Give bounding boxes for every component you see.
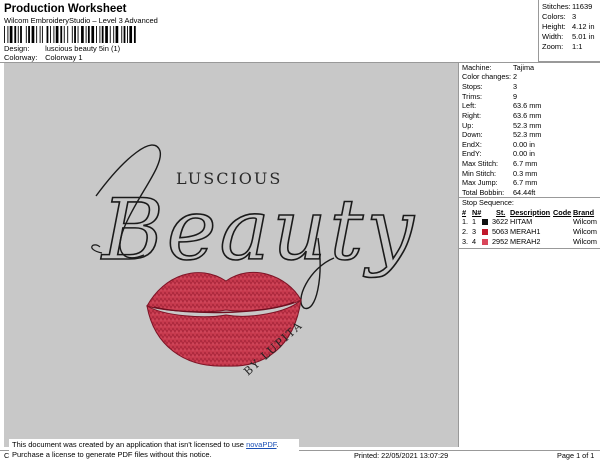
info-endx: EndX: 0.00 in: [462, 140, 535, 149]
novapdf-link[interactable]: novaPDF: [246, 440, 276, 449]
info-total-bobbin: Total Bobbin: 64.44ft: [462, 188, 536, 197]
stat-height: Height: 4.12 in: [542, 22, 595, 31]
stats-box: Stitches:11639 Colors: 3 Height: 4.12 in W…: [538, 0, 600, 62]
notice-line-1: This document was created by an applicat…: [12, 440, 279, 449]
info-machine: Machine: Tajima: [462, 63, 535, 72]
beauty-script-text: Beauty: [100, 181, 417, 279]
col-header-needle: N#: [472, 208, 482, 217]
info-right: Right: 63.6 mm: [462, 111, 542, 120]
color-swatch: [482, 229, 488, 235]
beauty-underline: [91, 244, 103, 254]
col-header-stitches: St.: [496, 208, 506, 217]
col-header-brand: Brand: [573, 208, 595, 217]
stat-stitches: Stitches:11639: [542, 2, 593, 11]
barcode: [4, 26, 136, 43]
color-swatch: [482, 219, 488, 225]
col-header-index: #: [462, 208, 467, 217]
software-subtitle: Wilcom EmbroideryStudio – Level 3 Advanc…: [4, 16, 158, 25]
table-row: 1. 1 3622 HITAM Wilcom: [462, 217, 597, 226]
colorway-label: Colorway:: [4, 53, 38, 62]
production-worksheet: Production Worksheet Wilcom EmbroiderySt…: [0, 0, 600, 464]
info-trims: Trims: 9: [462, 92, 518, 101]
notice-line-2: Purchase a license to generate PDF files…: [12, 450, 212, 459]
colorway-row: Colorway: Colorway 1: [4, 53, 83, 62]
info-left: Left: 63.6 mm: [462, 101, 542, 110]
page-title: Production Worksheet: [4, 3, 127, 15]
license-notice: This document was created by an applicat…: [9, 439, 299, 463]
printed-timestamp: Printed: 22/05/2021 13:07:29: [354, 451, 449, 460]
stat-colors: Colors: 3: [542, 12, 577, 21]
info-color-changes: Color changes: 2: [462, 72, 518, 81]
info-max-stitch: Max Stitch: 6.7 mm: [462, 159, 538, 168]
table-bottom-divider: [459, 248, 600, 249]
stat-zoom: Zoom: 1:1: [542, 42, 583, 51]
design-row: Design: luscious beauty 5in (1): [4, 44, 120, 53]
page-number: Page 1 of 1: [557, 451, 595, 460]
col-header-code: Code: [553, 208, 572, 217]
table-row: 3. 4 2952 MERAH2 Wilcom: [462, 237, 597, 246]
header: Production Worksheet Wilcom EmbroiderySt…: [4, 2, 534, 26]
embroidery-artwork: LUSCIOUS Beauty BY LUPITA: [91, 144, 417, 378]
design-preview: LUSCIOUS Beauty BY LUPITA: [4, 63, 458, 447]
stat-width: Width: 5.01 in: [542, 32, 595, 41]
color-swatch: [482, 239, 488, 245]
design-value: luscious beauty 5in (1): [45, 44, 121, 53]
info-up: Up: 52.3 mm: [462, 121, 542, 130]
info-down: Down: 52.3 mm: [462, 130, 542, 139]
info-endy: EndY: 0.00 in: [462, 149, 535, 158]
machine-info-panel: Machine: Tajima Color changes: 2 Stops: 3 T…: [458, 63, 600, 447]
table-row: 2. 3 5063 MERAH1 Wilcom: [462, 227, 597, 236]
info-max-jump: Max Jump: 6.7 mm: [462, 178, 538, 187]
colorway-value: Colorway 1: [45, 53, 83, 62]
stop-sequence-label: Stop Sequence:: [462, 198, 514, 207]
info-min-stitch: Min Stitch: 0.3 mm: [462, 169, 538, 178]
info-stops: Stops: 3: [462, 82, 518, 91]
col-header-description: Description: [510, 208, 551, 217]
design-label: Design:: [4, 44, 30, 53]
